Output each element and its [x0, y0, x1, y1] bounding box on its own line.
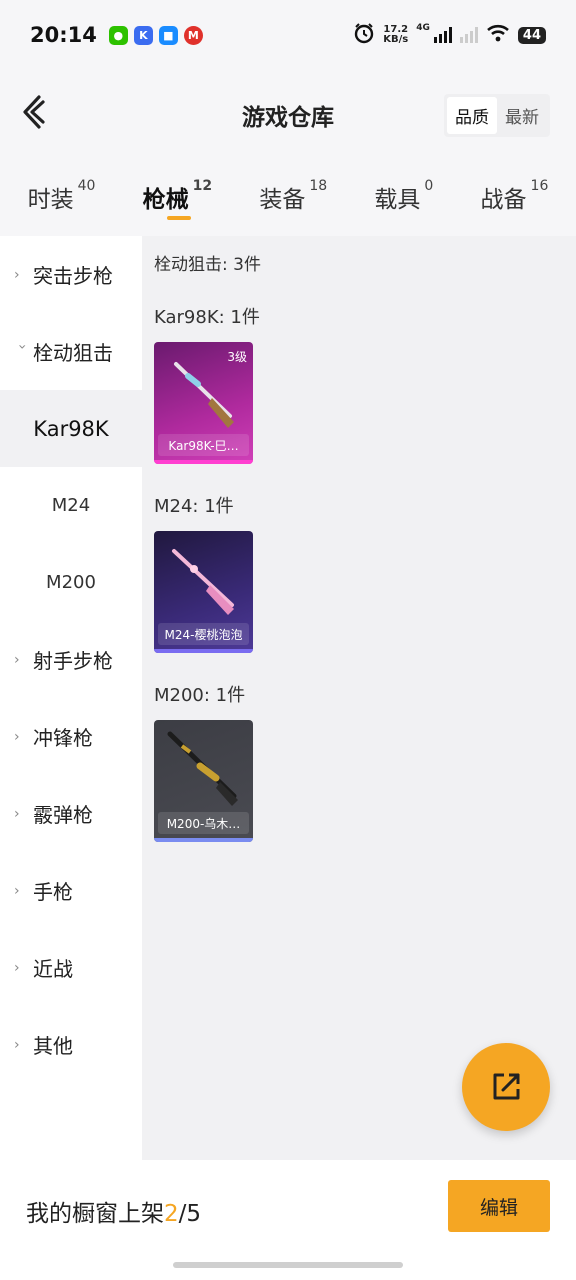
tab-firearms[interactable]: 枪械 12: [143, 158, 212, 236]
sidebar-item-label: 近战: [33, 957, 73, 981]
chevron-right-icon: ›: [14, 805, 20, 822]
app-k-icon: K: [133, 25, 153, 45]
chevron-right-icon: ›: [14, 959, 20, 976]
sidebar-subitem-m200[interactable]: M200: [0, 544, 142, 621]
net-speed-unit: KB/s: [383, 34, 409, 45]
tab-count: 12: [192, 178, 213, 194]
tab-count: 0: [424, 178, 434, 194]
app-blue-icon: ■: [158, 25, 178, 45]
tab-active-indicator: [166, 216, 191, 220]
tab-label: 枪械: [142, 187, 189, 213]
share-fab-button[interactable]: [462, 1043, 550, 1131]
sidebar-item-label: 其他: [33, 1034, 73, 1058]
network-type: 4G: [416, 23, 430, 33]
status-bar: 20:14 ● K ■ M 17.2 KB/s 4G 44: [0, 0, 576, 70]
chevron-right-icon: ›: [14, 651, 20, 668]
section-title-m24: M24: 1件: [154, 496, 234, 517]
item-name: M200-乌木…: [158, 812, 249, 834]
sidebar-subitem-m24[interactable]: M24: [0, 467, 142, 544]
section-title-m200: M200: 1件: [154, 685, 246, 706]
chevron-right-icon: ›: [14, 882, 20, 899]
showcase-current: 2: [164, 1201, 179, 1227]
sidebar-item-melee[interactable]: › 近战: [0, 929, 142, 1006]
tab-battle-prep[interactable]: 战备 16: [481, 158, 549, 236]
tab-fashion[interactable]: 时装 40: [28, 158, 96, 236]
sidebar-item-label: 栓动狙击: [33, 341, 113, 365]
rarity-bar: [154, 838, 253, 842]
showcase-count: 我的橱窗上架2/5: [26, 1194, 201, 1228]
signal-2-icon: [459, 27, 478, 43]
chevron-right-icon: ›: [14, 728, 20, 745]
sort-quality-button[interactable]: 品质: [447, 97, 497, 134]
tab-vehicles[interactable]: 载具 0: [374, 158, 433, 236]
rarity-bar: [154, 460, 253, 464]
sidebar-item-shotgun[interactable]: › 霰弹枪: [0, 775, 142, 852]
bottom-bar: 我的橱窗上架2/5 编辑: [0, 1160, 576, 1280]
sidebar-subitem-kar98k[interactable]: Kar98K: [0, 390, 142, 467]
section-title-kar98k: Kar98K: 1件: [154, 307, 260, 328]
sidebar-item-other[interactable]: › 其他: [0, 1006, 142, 1083]
category-sidebar: › 突击步枪 › 栓动狙击 Kar98K M24 M200 › 射手步枪 › 冲锋枪 ›…: [0, 236, 142, 1160]
sidebar-item-pistol[interactable]: › 手枪: [0, 852, 142, 929]
item-name: Kar98K-巳…: [158, 434, 249, 456]
showcase-total: /5: [178, 1201, 202, 1227]
item-card-m200[interactable]: M200-乌木…: [154, 720, 253, 842]
wifi-icon: [486, 24, 510, 46]
category-tabs: 时装 40 枪械 12 装备 18 载具 0 战备 16: [0, 158, 576, 236]
sidebar-item-assault-rifle[interactable]: › 突击步枪: [0, 236, 142, 313]
tab-label: 战备: [480, 187, 527, 213]
tab-count: 40: [77, 178, 96, 194]
m200-rifle-icon: [167, 731, 238, 806]
item-name: M24-樱桃泡泡: [158, 623, 249, 645]
external-link-icon: [493, 1073, 520, 1100]
tab-label: 装备: [259, 187, 306, 213]
status-time: 20:14: [30, 23, 97, 47]
tab-count: 18: [309, 178, 328, 194]
item-card-m24[interactable]: M24-樱桃泡泡: [154, 531, 253, 653]
sidebar-item-label: 冲锋枪: [33, 726, 93, 750]
home-indicator[interactable]: [173, 1262, 403, 1268]
tab-label: 载具: [374, 187, 421, 213]
item-list: 栓动狙击: 3件 Kar98K: 1件 3级 Kar98K-巳… M24: 1件…: [142, 236, 576, 1160]
tab-equipment[interactable]: 装备 18: [259, 158, 327, 236]
sort-newest-button[interactable]: 最新: [497, 97, 547, 134]
alarm-icon: [353, 22, 375, 48]
group-title: 栓动狙击: 3件: [154, 255, 261, 275]
notification-icons: ● K ■ M: [108, 25, 203, 45]
chevron-down-icon: ›: [14, 343, 30, 350]
sidebar-item-label: 射手步枪: [33, 649, 113, 673]
item-level-badge: 3级: [227, 350, 247, 364]
tab-label: 时装: [27, 187, 74, 213]
sidebar-item-smg[interactable]: › 冲锋枪: [0, 698, 142, 775]
sidebar-item-marksman-rifle[interactable]: › 射手步枪: [0, 621, 142, 698]
signal-icon: [433, 27, 452, 43]
rarity-bar: [154, 649, 253, 653]
tab-count: 16: [530, 178, 549, 194]
sidebar-item-bolt-sniper[interactable]: › 栓动狙击: [0, 313, 142, 390]
sort-toggle: 品质 最新: [444, 94, 550, 137]
net-speed: 17.2 KB/s: [383, 25, 408, 45]
wechat-icon: ●: [108, 25, 128, 45]
battery-indicator: 44: [517, 26, 546, 44]
showcase-label: 我的橱窗上架: [26, 1201, 164, 1227]
metro-icon: M: [183, 25, 203, 45]
edit-button[interactable]: 编辑: [448, 1180, 550, 1232]
sidebar-item-label: 手枪: [33, 880, 73, 904]
sidebar-item-label: 霰弹枪: [33, 803, 93, 827]
m24-rifle-icon: [172, 549, 234, 615]
item-card-kar98k[interactable]: 3级 Kar98K-巳…: [154, 342, 253, 464]
chevron-right-icon: ›: [14, 1036, 20, 1053]
header: 游戏仓库 品质 最新: [0, 70, 576, 158]
sidebar-item-label: 突击步枪: [33, 264, 113, 288]
chevron-right-icon: ›: [14, 266, 20, 283]
